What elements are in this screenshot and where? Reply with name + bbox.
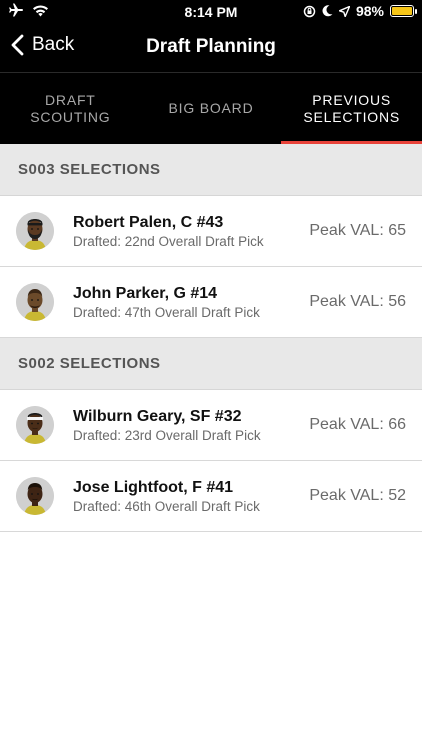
peak-value: Peak VAL: 52 xyxy=(309,487,406,504)
player-drafted: Drafted: 22nd Overall Draft Pick xyxy=(73,233,264,249)
location-icon xyxy=(338,5,350,17)
player-row[interactable]: John Parker, G #14 Drafted: 47th Overall… xyxy=(0,267,422,338)
avatar-icon xyxy=(16,212,54,250)
player-avatar xyxy=(16,477,54,515)
battery-icon xyxy=(390,5,417,17)
player-avatar xyxy=(16,212,54,250)
tab-label: PREVIOUS SELECTIONS xyxy=(303,92,400,126)
orientation-lock-icon xyxy=(303,5,316,17)
player-name: John Parker, G #14 xyxy=(73,284,218,302)
status-bar: 8:14 PM 98% xyxy=(0,0,422,24)
player-info: Robert Palen, C #43 Drafted: 22nd Overal… xyxy=(73,213,309,250)
player-info: John Parker, G #14 Drafted: 47th Overall… xyxy=(73,284,309,321)
player-drafted: Drafted: 23rd Overall Draft Pick xyxy=(73,427,261,443)
moon-icon xyxy=(322,5,333,17)
tab-label-line1: DRAFT xyxy=(45,91,96,108)
player-row[interactable]: Wilburn Geary, SF #32 Drafted: 23rd Over… xyxy=(0,390,422,461)
player-avatar xyxy=(16,283,54,321)
tab-draft-scouting[interactable]: DRAFT SCOUTING xyxy=(0,73,141,144)
tab-big-board[interactable]: BIG BOARD xyxy=(141,73,282,144)
page-title: Draft Planning xyxy=(146,36,276,57)
battery-fill xyxy=(392,7,412,15)
tab-label-line2: SCOUTING xyxy=(30,108,111,125)
player-row[interactable]: Jose Lightfoot, F #41 Drafted: 46th Over… xyxy=(0,461,422,532)
player-name: Robert Palen, C #43 xyxy=(73,213,224,231)
player-drafted: Drafted: 47th Overall Draft Pick xyxy=(73,304,260,320)
tab-label: DRAFT SCOUTING xyxy=(30,92,110,126)
peak-value: Peak VAL: 66 xyxy=(309,416,406,433)
tab-previous-selections[interactable]: PREVIOUS SELECTIONS xyxy=(281,73,422,144)
player-row[interactable]: Robert Palen, C #43 Drafted: 22nd Overal… xyxy=(0,196,422,267)
section-header-s003: S003 SELECTIONS xyxy=(0,144,422,196)
battery-percent: 98% xyxy=(355,3,384,19)
peak-value: Peak VAL: 56 xyxy=(309,293,406,310)
peak-value: Peak VAL: 65 xyxy=(309,222,406,239)
player-info: Jose Lightfoot, F #41 Drafted: 46th Over… xyxy=(73,478,309,515)
nav-bar: Back Draft Planning xyxy=(0,24,422,72)
section-header-s002: S002 SELECTIONS xyxy=(0,338,422,390)
player-drafted: Drafted: 46th Overall Draft Pick xyxy=(73,498,260,514)
tab-bar: DRAFT SCOUTING BIG BOARD PREVIOUS SELECT… xyxy=(0,72,422,144)
player-info: Wilburn Geary, SF #32 Drafted: 23rd Over… xyxy=(73,407,309,444)
player-name: Wilburn Geary, SF #32 xyxy=(73,407,242,425)
avatar-icon xyxy=(16,477,54,515)
player-avatar xyxy=(16,406,54,444)
player-name: Jose Lightfoot, F #41 xyxy=(73,478,234,496)
tab-label-line1: PREVIOUS xyxy=(312,91,392,108)
status-right-icons: 98% xyxy=(303,3,417,19)
selections-list: S003 SELECTIONS Robert Palen, C #43 Draf… xyxy=(0,144,422,532)
avatar-icon xyxy=(16,406,54,444)
tab-label: BIG BOARD xyxy=(168,100,254,116)
avatar-icon xyxy=(16,283,54,321)
tab-label-line2: SELECTIONS xyxy=(303,108,401,125)
